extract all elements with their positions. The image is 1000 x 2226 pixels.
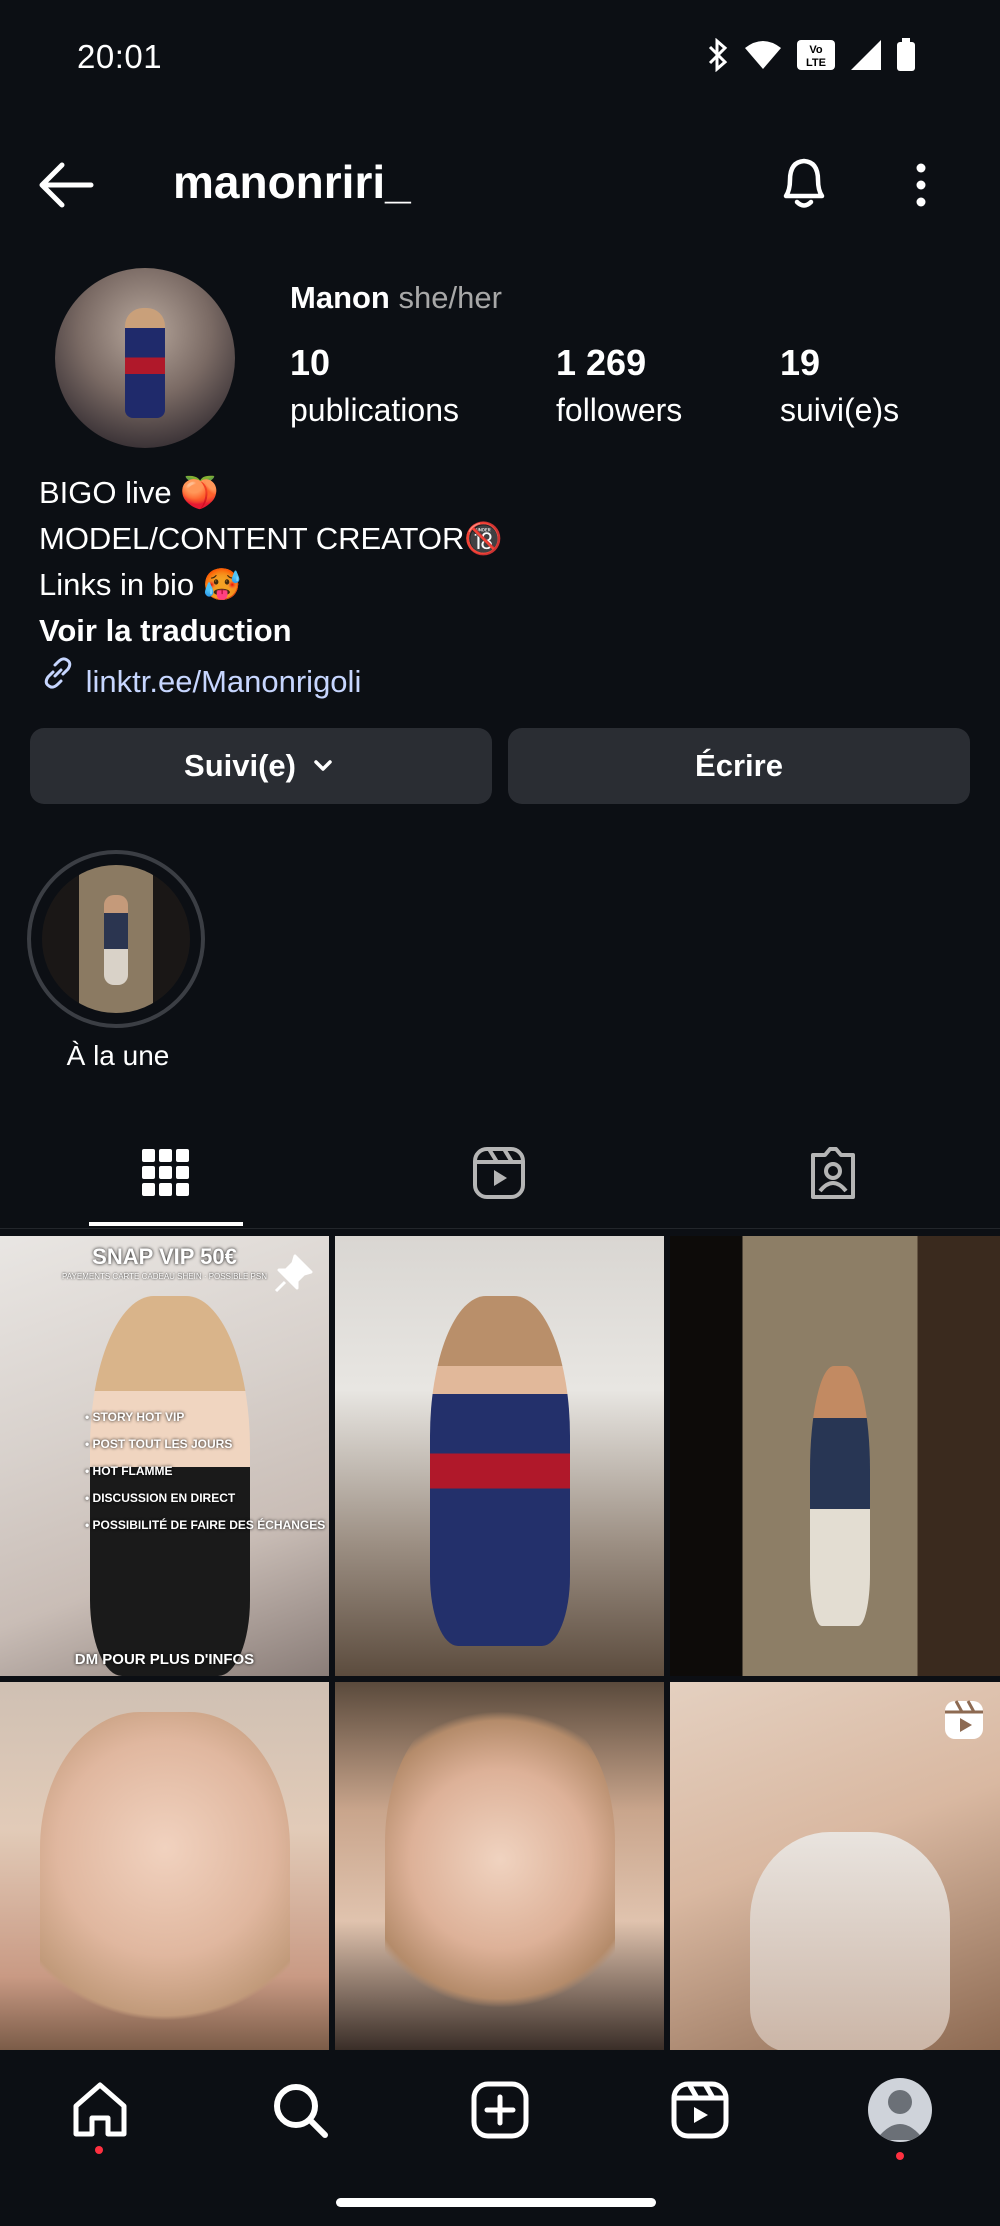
post-tile[interactable]	[0, 1682, 329, 2050]
reels-badge-icon	[945, 1700, 983, 1739]
status-time: 20:01	[77, 38, 163, 75]
link-icon	[44, 657, 72, 689]
stat-followers-label: followers	[556, 392, 683, 428]
bio-line: Links in bio 🥵	[39, 567, 242, 602]
post-tile[interactable]	[335, 1236, 664, 1676]
stat-following-label: suivi(e)s	[780, 392, 900, 428]
post-list-item: • STORY HOT VIP	[85, 1410, 185, 1424]
create-icon[interactable]	[470, 2080, 530, 2140]
profile-avatar[interactable]	[55, 268, 235, 448]
post-list-item: • POST TOUT LES JOURS	[85, 1437, 233, 1451]
bell-icon[interactable]	[776, 152, 832, 212]
post-list: • STORY HOT VIP • POST TOUT LES JOURS • …	[85, 1404, 325, 1539]
profile-bio: BIGO live 🍑 MODEL/CONTENT CREATOR🔞 Links…	[39, 470, 503, 705]
post-photo	[40, 1712, 290, 2050]
bio-line: BIGO live 🍑	[39, 475, 219, 510]
following-label: Suivi(e)	[184, 748, 296, 783]
tagged-icon[interactable]	[805, 1145, 861, 1201]
search-icon[interactable]	[270, 2080, 330, 2140]
home-notification-dot	[95, 2146, 103, 2154]
stat-posts[interactable]: 10 publications	[290, 342, 459, 429]
grid-icon[interactable]	[138, 1145, 194, 1201]
svg-text:LTE: LTE	[806, 57, 826, 69]
profile-notification-dot	[896, 2152, 904, 2160]
post-tile[interactable]: SNAP VIP 50€ PAYEMENTS CARTE CADEAU SHEI…	[0, 1236, 329, 1676]
pin-icon	[274, 1254, 313, 1293]
stat-following-value: 19	[780, 342, 821, 383]
stat-following[interactable]: 19 suivi(e)s	[780, 342, 899, 429]
stat-posts-value: 10	[290, 342, 331, 383]
stat-followers-value: 1 269	[556, 342, 647, 383]
status-icons: Vo LTE	[706, 38, 916, 72]
bio-link[interactable]: linktr.ee/Manonrigoli	[39, 654, 503, 705]
post-list-item: • HOT FLAMME	[85, 1464, 173, 1478]
reels-nav-icon[interactable]	[670, 2080, 730, 2140]
post-photo	[430, 1296, 570, 1646]
back-arrow-icon[interactable]	[36, 160, 96, 210]
post-list-item: • POSSIBILITÉ DE FAIRE DES ÉCHANGES	[85, 1518, 326, 1532]
post-photo	[385, 1702, 615, 2050]
highlight-label: À la une	[66, 1040, 170, 1071]
profile-pronouns: she/her	[398, 280, 502, 315]
more-icon[interactable]	[908, 160, 934, 210]
post-photo	[750, 1832, 950, 2050]
bluetooth-icon	[708, 38, 728, 72]
post-tile[interactable]	[670, 1682, 1000, 2050]
see-translation-link[interactable]: Voir la traduction	[39, 608, 503, 654]
post-photo	[810, 1366, 870, 1626]
post-tile[interactable]	[670, 1236, 1000, 1676]
profile-icon	[876, 2090, 924, 2140]
stat-posts-label: publications	[290, 392, 459, 428]
message-button[interactable]: Écrire	[508, 728, 970, 804]
svg-text:Vo: Vo	[809, 44, 823, 56]
following-button[interactable]: Suivi(e)	[30, 728, 492, 804]
reels-icon[interactable]	[471, 1145, 527, 1201]
chevron-down-icon	[314, 760, 332, 771]
gesture-bar[interactable]	[336, 2198, 656, 2207]
highlight-cover[interactable]	[42, 865, 190, 1013]
profile-nav-avatar[interactable]	[868, 2078, 932, 2142]
post-footer: DM POUR PLUS D'INFOS	[74, 1651, 255, 1668]
post-tile[interactable]	[335, 1682, 664, 2050]
signal-icon	[851, 40, 881, 70]
tab-divider	[0, 1228, 1000, 1229]
profile-name: Manon	[290, 280, 390, 315]
battery-icon	[897, 38, 915, 71]
bio-line: MODEL/CONTENT CREATOR🔞	[39, 521, 504, 556]
stat-followers[interactable]: 1 269 followers	[556, 342, 682, 429]
active-tab-indicator	[89, 1222, 243, 1226]
profile-name-line: Manon she/her	[290, 280, 502, 316]
post-list-item: • DISCUSSION EN DIRECT	[85, 1491, 236, 1505]
volte-icon: VoLTE	[797, 40, 835, 70]
bio-link-text[interactable]: linktr.ee/Manonrigoli	[86, 664, 362, 699]
profile-username: manonriri_	[173, 156, 411, 208]
wifi-icon	[745, 41, 781, 69]
home-icon[interactable]	[70, 2080, 130, 2140]
